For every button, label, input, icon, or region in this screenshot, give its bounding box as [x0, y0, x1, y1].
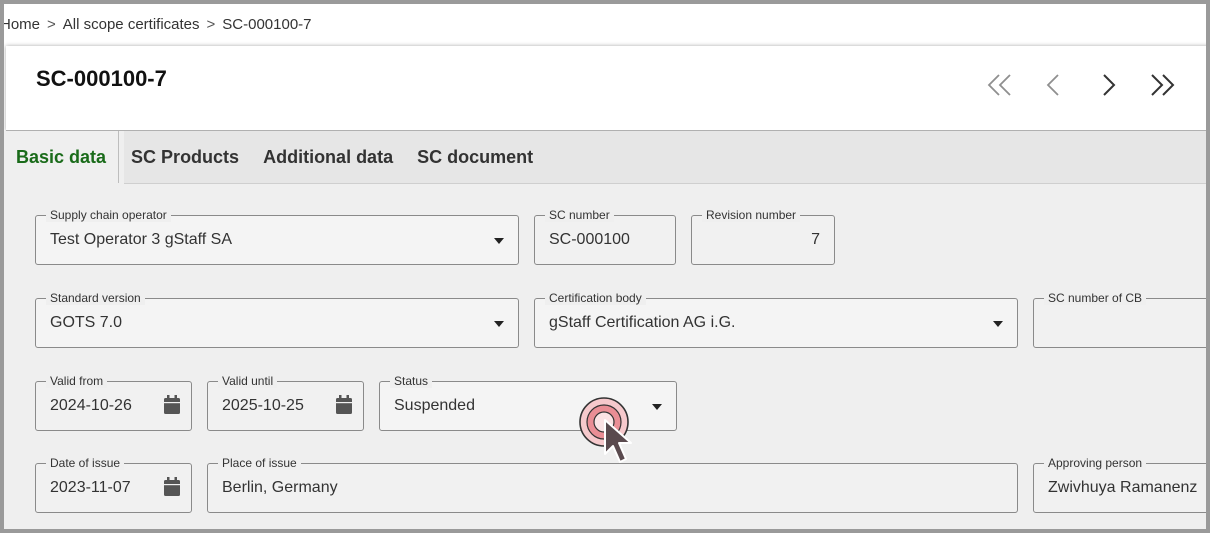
chevron-right-icon: [1103, 74, 1116, 96]
last-record-button[interactable]: [1148, 70, 1176, 106]
chevron-left-icon: [1046, 74, 1059, 96]
app-frame: Home > All scope certificates > SC-00010…: [4, 4, 1206, 529]
record-header: SC-000100-7: [6, 46, 1206, 131]
breadcrumb: Home > All scope certificates > SC-00010…: [4, 4, 1206, 44]
breadcrumb-separator: >: [206, 15, 216, 33]
sc-number-field[interactable]: SC number SC-000100: [534, 208, 676, 265]
record-pager: [986, 70, 1176, 106]
mouse-pointer-icon: [579, 397, 632, 463]
breadcrumb-all-scope-certificates[interactable]: All scope certificates: [63, 16, 200, 33]
place-of-issue-value: Berlin, Germany: [222, 479, 338, 496]
revision-number-label: Revision number: [702, 208, 801, 222]
supply-chain-operator-value: Test Operator 3 gStaff SA: [50, 231, 233, 248]
double-chevron-left-icon: [987, 74, 1011, 96]
valid-from-value: 2024-10-26: [50, 397, 132, 414]
valid-until-value: 2025-10-25: [222, 397, 304, 414]
supply-chain-operator-label: Supply chain operator: [46, 208, 171, 222]
approving-person-field[interactable]: Approving person Zwivhuya Ramanenz: [1033, 456, 1206, 513]
next-record-button[interactable]: [1094, 70, 1122, 106]
chevron-down-icon: [494, 321, 504, 327]
tab-sc-products[interactable]: SC Products: [119, 131, 251, 183]
approving-person-label: Approving person: [1044, 456, 1147, 470]
previous-record-button[interactable]: [1040, 70, 1068, 106]
certification-body-value: gStaff Certification AG i.G.: [549, 314, 736, 331]
status-label: Status: [390, 374, 433, 388]
certification-body-label: Certification body: [545, 291, 646, 305]
valid-from-date-field[interactable]: Valid from 2024-10-26: [35, 374, 192, 431]
approving-person-value: Zwivhuya Ramanenz: [1048, 479, 1198, 496]
valid-until-date-field[interactable]: Valid until 2025-10-25: [207, 374, 364, 431]
page-title: SC-000100-7: [36, 66, 167, 91]
tab-sc-document[interactable]: SC document: [405, 131, 545, 183]
standard-version-label: Standard version: [46, 291, 145, 305]
date-of-issue-field[interactable]: Date of issue 2023-11-07: [35, 456, 192, 513]
double-chevron-right-icon: [1151, 74, 1175, 96]
place-of-issue-field[interactable]: Place of issue Berlin, Germany: [207, 456, 1018, 513]
calendar-icon[interactable]: [163, 477, 181, 497]
revision-number-field[interactable]: Revision number 7: [691, 208, 835, 265]
first-record-button[interactable]: [986, 70, 1014, 106]
sc-number-value: SC-000100: [549, 231, 630, 248]
chevron-down-icon: [494, 238, 504, 244]
chevron-down-icon: [993, 321, 1003, 327]
date-of-issue-value: 2023-11-07: [50, 479, 131, 496]
valid-from-label: Valid from: [46, 374, 108, 388]
calendar-icon[interactable]: [163, 395, 181, 415]
standard-version-value: GOTS 7.0: [50, 314, 123, 331]
status-value: Suspended: [394, 397, 475, 414]
date-of-issue-label: Date of issue: [46, 456, 125, 470]
valid-until-label: Valid until: [218, 374, 278, 388]
breadcrumb-separator: >: [47, 15, 56, 33]
place-of-issue-label: Place of issue: [218, 456, 301, 470]
tab-basic-data[interactable]: Basic data: [4, 131, 120, 183]
chevron-down-icon: [652, 404, 662, 410]
sc-number-label: SC number: [545, 208, 614, 222]
revision-number-value: 7: [811, 231, 820, 248]
sc-number-of-cb-field[interactable]: SC number of CB: [1033, 291, 1206, 348]
tab-bar: Basic data SC Products Additional data S…: [4, 131, 545, 183]
supply-chain-operator-select[interactable]: Supply chain operator Test Operator 3 gS…: [35, 208, 519, 265]
breadcrumb-current: SC-000100-7: [222, 15, 312, 33]
tab-additional-data[interactable]: Additional data: [251, 131, 405, 183]
standard-version-select[interactable]: Standard version GOTS 7.0: [35, 291, 519, 348]
calendar-icon[interactable]: [335, 395, 353, 415]
sc-number-of-cb-label: SC number of CB: [1044, 291, 1147, 305]
breadcrumb-home[interactable]: Home: [4, 16, 40, 33]
certification-body-select[interactable]: Certification body gStaff Certification …: [534, 291, 1018, 348]
